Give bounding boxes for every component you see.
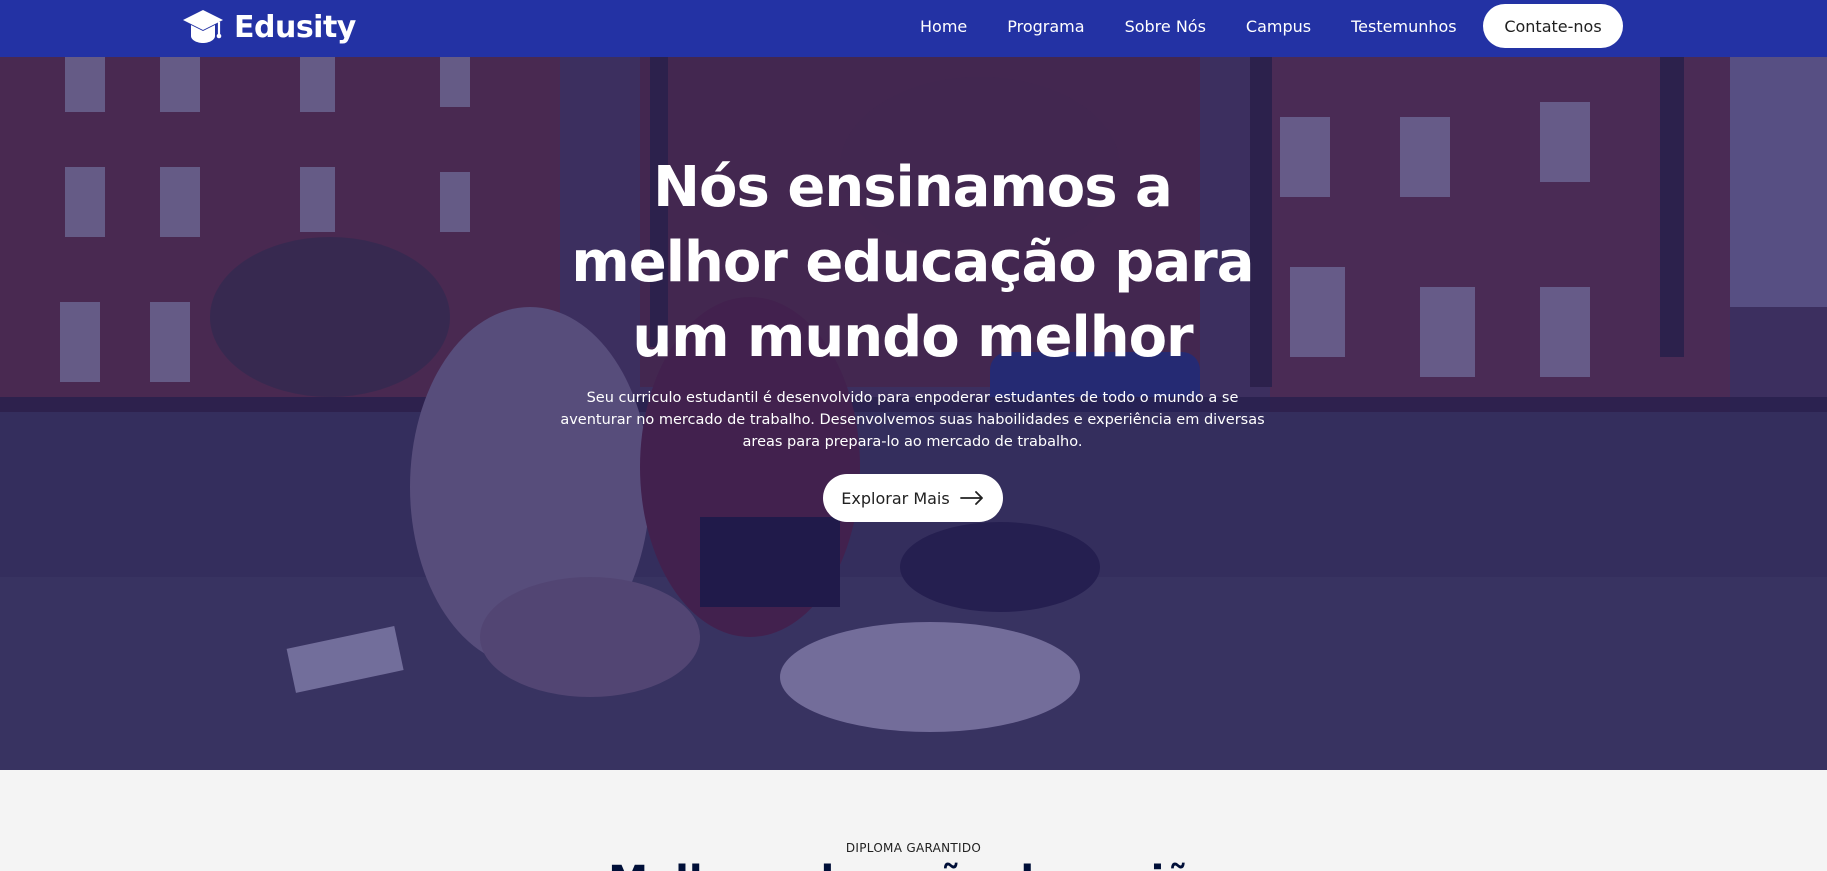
contact-button[interactable]: Contate-nos: [1483, 4, 1623, 48]
hero-section: Nós ensinamos a melhor educação para um …: [0, 57, 1827, 770]
explore-more-label: Explorar Mais: [841, 488, 950, 508]
logo[interactable]: Edusity: [182, 7, 356, 47]
nav-link-programa[interactable]: Programa: [1007, 17, 1084, 36]
hero-title: Nós ensinamos a melhor educação para um …: [571, 155, 1254, 370]
nav-links: Home Programa Sobre Nós Campus Testemunh…: [920, 0, 1457, 53]
arrow-right-icon: [959, 491, 983, 505]
brand-name: Edusity: [234, 9, 356, 45]
navbar: Edusity Home Programa Sobre Nós Campus T…: [0, 0, 1827, 57]
nav-link-testemunhos[interactable]: Testemunhos: [1351, 17, 1456, 36]
explore-more-button[interactable]: Explorar Mais: [822, 474, 1003, 522]
section-eyebrow: DIPLOMA GARANTIDO: [845, 841, 982, 855]
graduation-cap-icon: [183, 10, 223, 43]
hero-subtitle: Seu curriculo estudantil é desenvolvido …: [560, 390, 1265, 450]
nav-link-sobre-nos[interactable]: Sobre Nós: [1125, 17, 1206, 36]
nav-link-campus[interactable]: Campus: [1246, 17, 1311, 36]
programs-section: DIPLOMA GARANTIDO Melhor educação da reg…: [0, 770, 1827, 871]
hero-content: Nós ensinamos a melhor educação para um …: [540, 150, 1285, 522]
nav-link-home[interactable]: Home: [920, 17, 967, 36]
section-title: Melhor educação da região: [0, 858, 1827, 871]
